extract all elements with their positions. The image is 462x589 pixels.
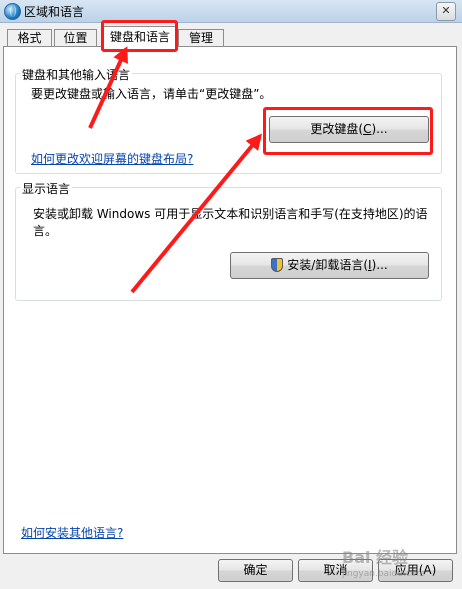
arrow-to-tab [88, 46, 128, 129]
baidu-watermark: Bai 经验 jingyan.baidu.com [342, 548, 452, 586]
region-language-dialog: 区域和语言 ✕ 格式 位置 键盘和语言 管理 键盘和其他输入语言 要更改键盘或输… [0, 0, 462, 589]
watermark-brand: Bai 经验 [342, 548, 409, 567]
annotation-arrows [88, 46, 263, 294]
watermark-url: jingyan.baidu.com [342, 569, 426, 579]
arrow-to-button [130, 133, 263, 294]
